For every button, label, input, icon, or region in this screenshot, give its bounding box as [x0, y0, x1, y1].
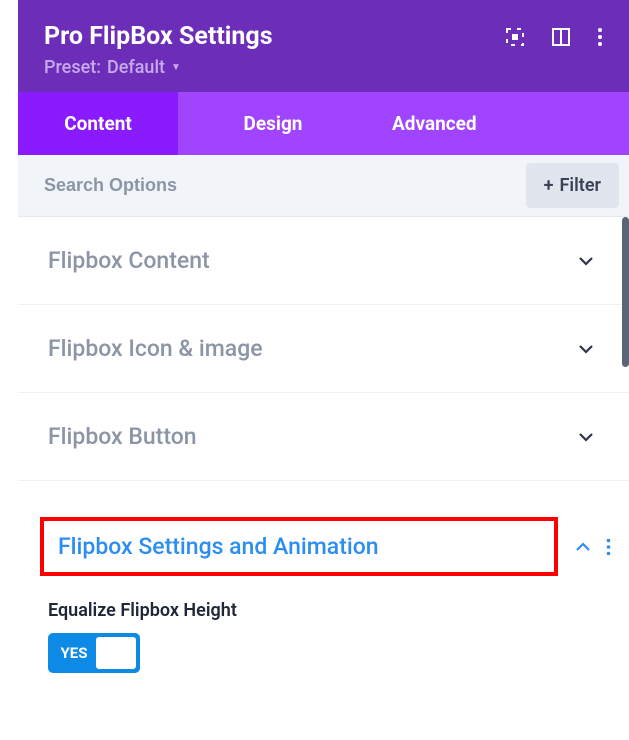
expand-icon[interactable] [505, 27, 525, 47]
preset-value: Default [107, 57, 165, 78]
section-flipbox-content[interactable]: Flipbox Content [18, 217, 629, 305]
highlight-box: Flipbox Settings and Animation [40, 517, 558, 576]
filter-button[interactable]: + Filter [526, 163, 619, 208]
field-label: Equalize Flipbox Height [48, 600, 599, 621]
preset-label: Preset: [44, 57, 101, 78]
panel-title: Pro FlipBox Settings [44, 22, 273, 51]
tab-advanced[interactable]: Advanced [368, 92, 629, 155]
search-input[interactable] [18, 157, 526, 214]
toggle-value: YES [52, 644, 96, 662]
section-title: Flipbox Icon & image [48, 335, 263, 362]
field-equalize-height: Equalize Flipbox Height YES [18, 586, 629, 673]
toggle-equalize-height[interactable]: YES [48, 633, 140, 673]
chevron-down-icon [577, 428, 595, 446]
panel-header: Pro FlipBox Settings Preset: Default ▼ [18, 0, 629, 92]
section-more-icon[interactable] [606, 538, 611, 556]
search-row: + Filter [18, 155, 629, 217]
chevron-down-icon [577, 340, 595, 358]
tab-content[interactable]: Content [18, 92, 178, 155]
section-title: Flipbox Content [48, 247, 210, 274]
layout-icon[interactable] [551, 27, 571, 47]
section-flipbox-icon-image[interactable]: Flipbox Icon & image [18, 305, 629, 393]
section-flipbox-button[interactable]: Flipbox Button [18, 393, 629, 481]
chevron-up-icon[interactable] [574, 538, 592, 556]
scrollbar[interactable] [622, 217, 629, 367]
toggle-knob [96, 637, 136, 669]
tab-design[interactable]: Design [178, 92, 368, 155]
preset-selector[interactable]: Preset: Default ▼ [44, 57, 603, 78]
caret-down-icon: ▼ [171, 62, 181, 73]
plus-icon: + [544, 175, 554, 196]
filter-label: Filter [560, 175, 601, 196]
section-title: Flipbox Button [48, 423, 197, 450]
expanded-section-title: Flipbox Settings and Animation [58, 533, 540, 560]
more-icon[interactable] [597, 27, 603, 47]
chevron-down-icon [577, 252, 595, 270]
tabs: Content Design Advanced [18, 92, 629, 155]
section-flipbox-settings-animation[interactable]: Flipbox Settings and Animation [18, 507, 629, 586]
